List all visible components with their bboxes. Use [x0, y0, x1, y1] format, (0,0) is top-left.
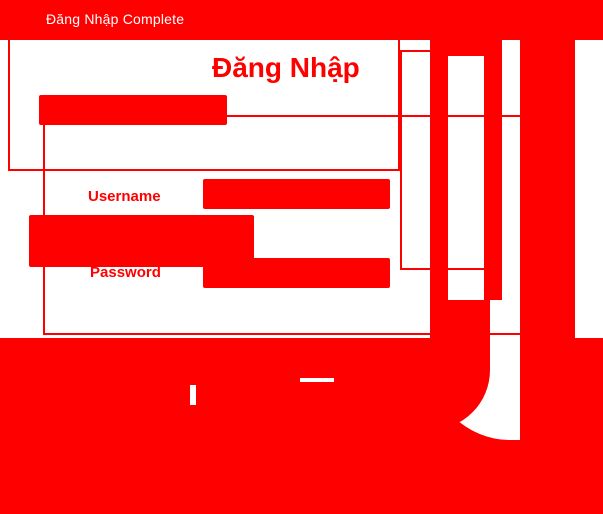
username-input[interactable]: [203, 179, 390, 209]
page-title: Đăng Nhập: [212, 52, 360, 83]
username-label: Username: [88, 188, 161, 205]
password-label: Password: [90, 264, 161, 281]
header-block: [39, 95, 227, 125]
window-title: Đăng Nhập Complete: [46, 11, 185, 27]
password-input[interactable]: [203, 258, 390, 288]
bottom-white-mark: [300, 378, 334, 382]
bottom-white-dot: [190, 385, 196, 405]
